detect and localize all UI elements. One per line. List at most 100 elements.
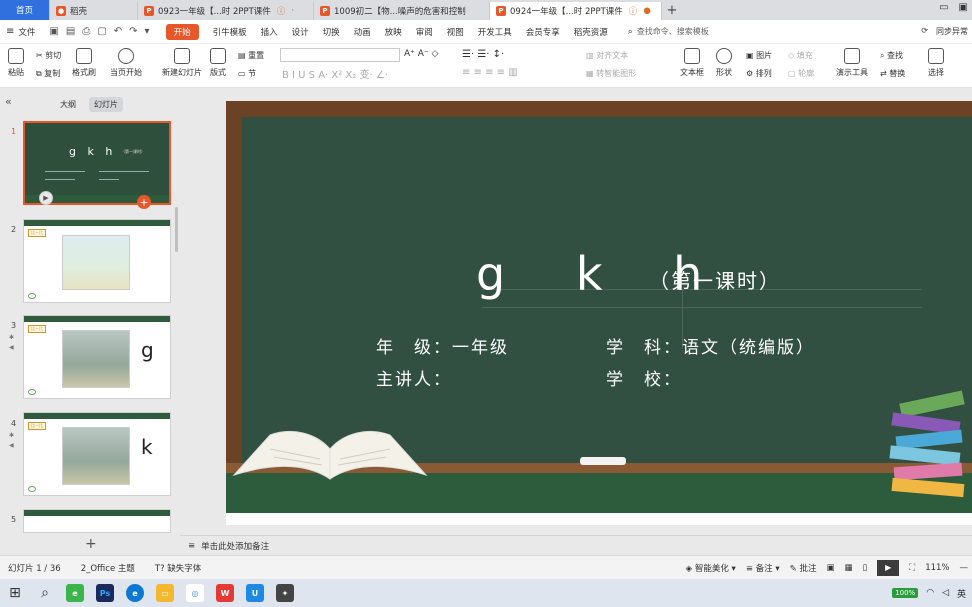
slide-thumbnail-3[interactable]: 比一比 g	[23, 315, 171, 399]
menu-file[interactable]: 文件	[18, 26, 35, 38]
menu-home[interactable]: 开始	[165, 23, 199, 40]
menu-transition[interactable]: 切换	[323, 26, 340, 38]
menu-design[interactable]: 设计	[292, 26, 309, 38]
slide-thumbnail-1[interactable]: g k h （第一课时） ▶ +	[23, 121, 171, 209]
replace-button[interactable]: ⇄ 替换	[880, 68, 905, 79]
file-explorer-icon[interactable]: ▭	[150, 579, 180, 607]
preview-icon[interactable]: ▢	[97, 26, 106, 37]
menu-member[interactable]: 会员专享	[526, 26, 560, 38]
fill-button[interactable]: ◇ 填充	[788, 50, 813, 61]
speaker-text[interactable]: 主讲人：	[376, 365, 452, 390]
format-painter-button[interactable]: 格式刷	[72, 48, 96, 78]
tab-outline[interactable]: 大纲	[55, 97, 81, 112]
close-icon[interactable]: ·	[291, 6, 294, 16]
copy-button[interactable]: ⧉ 复制	[36, 68, 60, 79]
play-slide-icon[interactable]: ▶	[39, 191, 53, 205]
tab-document-2[interactable]: P 1009初二【物...噪声的危害和控制	[314, 2, 490, 20]
align-text-button[interactable]: ▥ 对齐文本	[586, 50, 628, 61]
picture-button[interactable]: ▣ 图片	[746, 50, 772, 61]
zoom-level[interactable]: 111%	[925, 563, 949, 573]
font-size-controls[interactable]: A⁺ A⁻ ◇	[404, 49, 438, 59]
input-language[interactable]: 英	[957, 587, 966, 600]
tab-docer[interactable]: ● 稻壳	[50, 2, 138, 20]
list-buttons[interactable]: ☰· ☰· ↕·	[462, 49, 504, 60]
arrange-button[interactable]: ⚙ 排列	[746, 68, 772, 79]
wps-icon[interactable]: W	[210, 579, 240, 607]
text-format-buttons[interactable]: B I U S A· X² X₂ 变· ∠·	[282, 66, 388, 81]
current-slide[interactable]: g k h （第一课时） 年 级：一年级 学 科：语文（统编版） 主讲人： 学 …	[226, 101, 972, 525]
search-icon[interactable]: ⌕	[30, 579, 60, 607]
section-button[interactable]: ▭ 节	[238, 68, 256, 79]
tab-slides[interactable]: 幻灯片	[89, 97, 123, 112]
undo-icon[interactable]: ↶	[114, 26, 122, 37]
wifi-icon[interactable]: ◠	[926, 588, 934, 598]
panel-scrollbar[interactable]	[175, 207, 178, 252]
menu-slideshow[interactable]: 放映	[385, 26, 402, 38]
presentation-tools-button[interactable]: 演示工具	[836, 48, 868, 78]
notes-placeholder[interactable]: 单击此处添加备注	[201, 540, 269, 552]
app-icon[interactable]: U	[240, 579, 270, 607]
fit-window-icon[interactable]: ⛶	[909, 563, 915, 573]
save-icon[interactable]: ▣	[49, 26, 58, 37]
add-slide-icon[interactable]: +	[137, 195, 151, 209]
smart-beautify-button[interactable]: ◈ 智能美化 ▾	[686, 562, 736, 574]
paragraph-align-buttons[interactable]: ≡ ≡ ≡ ≡ ▥	[462, 67, 518, 78]
tab-document-active[interactable]: P 0924一年级【...时 2PPT课件 ⓘ ●	[490, 2, 662, 20]
warning-icon[interactable]: ⓘ	[277, 5, 286, 17]
normal-view-icon[interactable]: ▣	[826, 563, 834, 573]
windows-start-icon[interactable]: ⊞	[0, 579, 30, 607]
reading-view-icon[interactable]: ▯	[863, 563, 868, 573]
school-text[interactable]: 学 校：	[606, 365, 682, 390]
menu-review[interactable]: 审阅	[416, 26, 433, 38]
layout-button[interactable]: 版式	[210, 48, 226, 78]
zoom-out-icon[interactable]: —	[960, 563, 969, 573]
tile-windows-icon[interactable]: ▭	[939, 2, 948, 13]
collapse-panel-icon[interactable]: «	[5, 95, 12, 108]
outline-button[interactable]: ▢ 轮廓	[788, 68, 814, 79]
new-tab-button[interactable]: +	[662, 2, 682, 20]
menu-docer-resources[interactable]: 稻壳资源	[574, 26, 608, 38]
photoshop-icon[interactable]: Ps	[90, 579, 120, 607]
menu-template[interactable]: 引牛模板	[213, 26, 247, 38]
notes-bar[interactable]: ≡ 单击此处添加备注	[180, 535, 972, 555]
missing-font-button[interactable]: T? 缺失字体	[155, 562, 201, 574]
slideshow-play-button[interactable]: ▶	[877, 559, 900, 576]
game-icon[interactable]: ✦	[270, 579, 300, 607]
new-slide-button[interactable]: 新建幻灯片	[162, 48, 202, 78]
menu-view[interactable]: 视图	[447, 26, 464, 38]
open-icon[interactable]: ▤	[66, 26, 75, 37]
notes-toggle-button[interactable]: ≡ 备注 ▾	[746, 562, 780, 574]
edge-browser-icon[interactable]: e	[60, 579, 90, 607]
slide-thumbnail-5[interactable]	[23, 509, 171, 533]
command-search[interactable]: 查找命令、搜索模板	[637, 26, 709, 37]
select-button[interactable]: 选择	[928, 48, 944, 78]
volume-icon[interactable]: ◁	[942, 588, 949, 598]
warning-icon[interactable]: ⓘ	[629, 5, 638, 17]
slide-thumbnail-2[interactable]: 比一比	[23, 219, 171, 303]
battery-indicator[interactable]: 100%	[892, 588, 919, 598]
slide-thumbnail-4[interactable]: 比一比 k	[23, 412, 171, 496]
slide-lesson-label[interactable]: （第一课时）	[649, 265, 781, 294]
comments-button[interactable]: ✎ 批注	[790, 562, 817, 574]
find-button[interactable]: ⌕ 查找	[880, 50, 903, 61]
reset-button[interactable]: ▤ 重置	[238, 50, 264, 61]
tab-document-1[interactable]: P 0923一年级【...时 2PPT课件 ⓘ ·	[138, 2, 314, 20]
convert-smartart-button[interactable]: ▦ 转智能图形	[586, 68, 636, 79]
more-icon[interactable]: ▾	[145, 26, 150, 37]
menu-developer[interactable]: 开发工具	[478, 26, 512, 38]
shape-button[interactable]: 形状	[716, 48, 732, 78]
font-family-select[interactable]	[280, 48, 400, 62]
app-icon[interactable]: ◎	[180, 579, 210, 607]
menu-insert[interactable]: 插入	[261, 26, 278, 38]
add-slide-button[interactable]: +	[85, 536, 97, 552]
edge-icon[interactable]: e	[120, 579, 150, 607]
tab-home[interactable]: 首页	[0, 0, 50, 20]
redo-icon[interactable]: ↷	[129, 26, 137, 37]
paste-button[interactable]: 粘贴	[8, 48, 24, 78]
restore-icon[interactable]: ▣	[959, 2, 968, 13]
cut-button[interactable]: ✂ 剪切	[36, 50, 61, 61]
menu-animation[interactable]: 动画	[354, 26, 371, 38]
textbox-button[interactable]: 文本框	[680, 48, 704, 78]
subject-text[interactable]: 学 科：语文（统编版）	[606, 333, 815, 358]
sync-status[interactable]: ⟳ 同步异常	[921, 26, 968, 37]
